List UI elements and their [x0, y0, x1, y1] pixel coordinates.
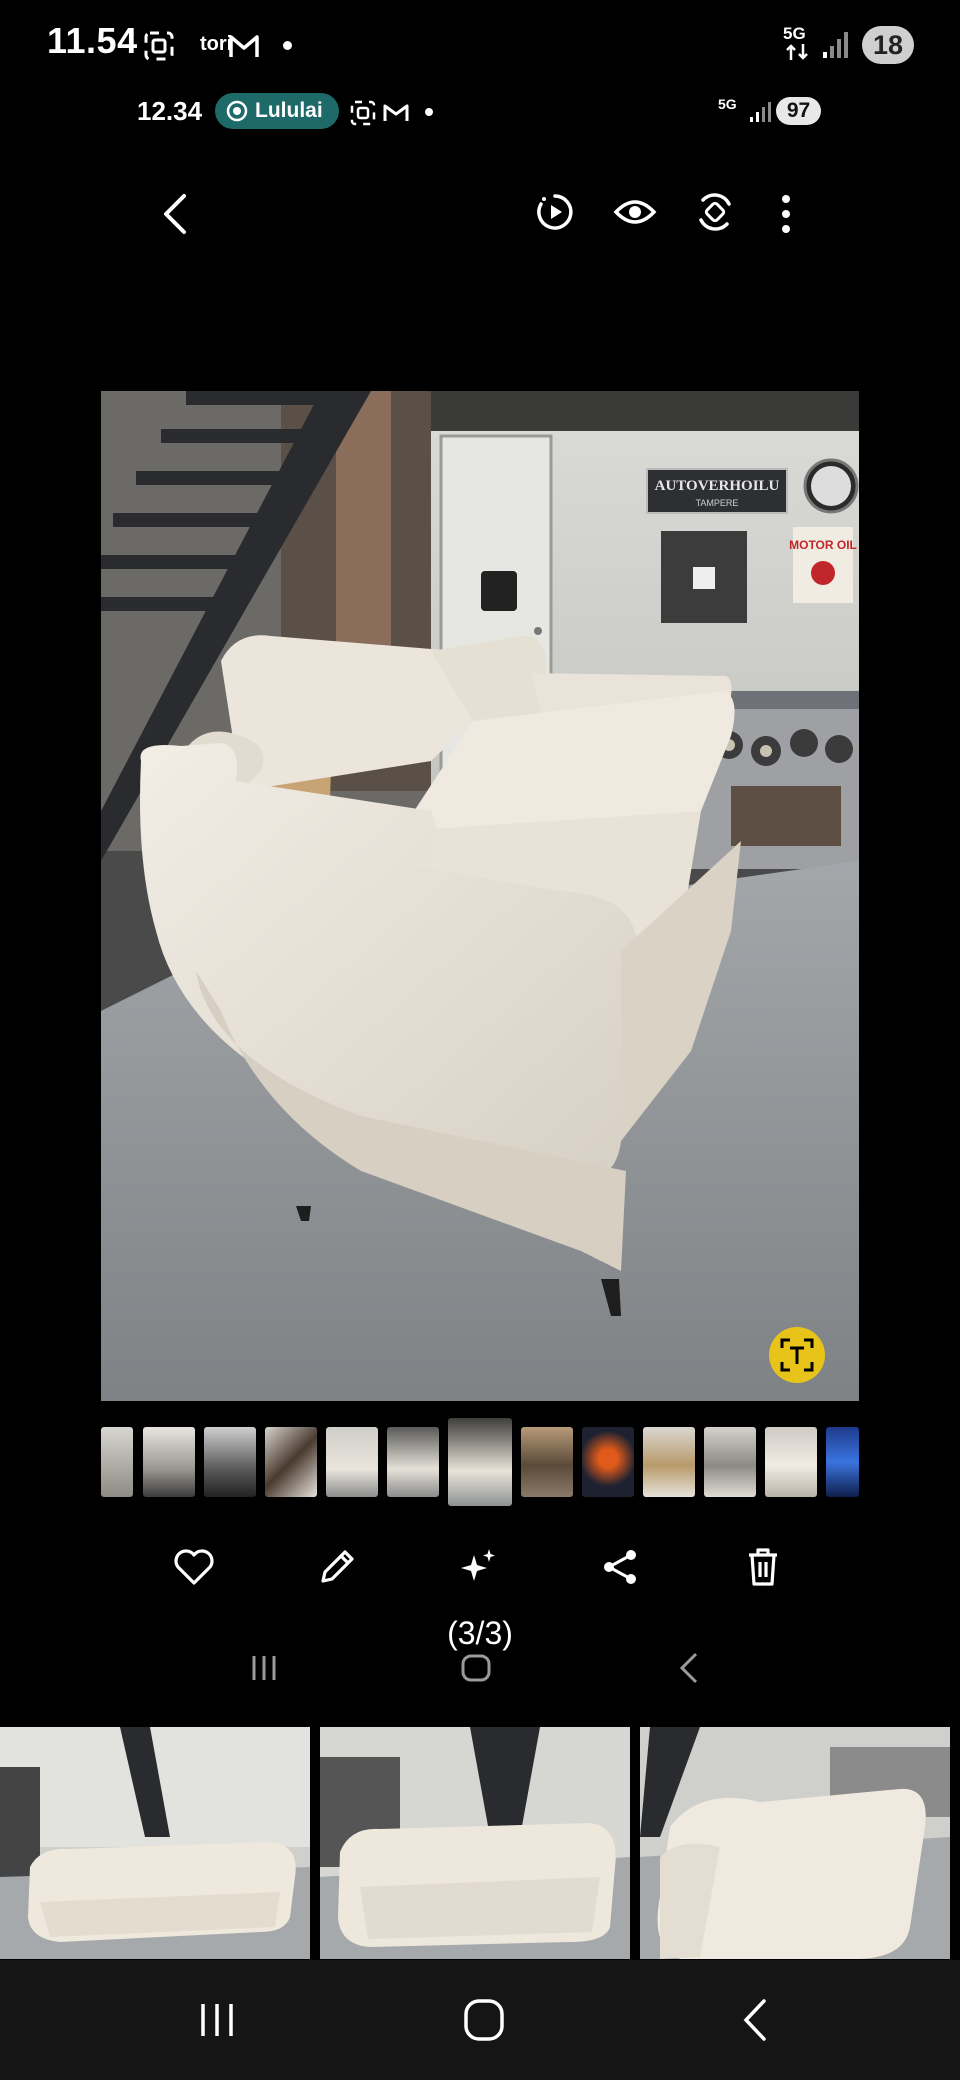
recents-icon[interactable]: [195, 1998, 239, 2042]
thumbnail-7-selected[interactable]: [448, 1418, 512, 1506]
poster-text: MOTOR OIL: [789, 538, 857, 552]
inner-clock: 12.34: [137, 96, 203, 126]
thumbnail-12[interactable]: [765, 1427, 817, 1497]
back-icon[interactable]: [738, 1996, 772, 2044]
recording-pill[interactable]: Lululai: [215, 93, 339, 129]
outer-status-bar: 11.54 tori 5G 18: [0, 0, 960, 90]
home-icon[interactable]: [462, 1996, 506, 2044]
bottom-photo-1-illustration: [0, 1727, 310, 1959]
gmail-icon-small: [383, 104, 409, 121]
inner-home-icon[interactable]: [460, 1652, 492, 1684]
thumbnail-13[interactable]: [826, 1427, 859, 1497]
bottom-photo-2-illustration: [320, 1727, 630, 1959]
main-photo[interactable]: AUTOVERHOILU TAMPERE MOTOR OIL: [101, 391, 859, 1401]
pencil-icon[interactable]: [315, 1545, 359, 1589]
thumbnail-3[interactable]: [204, 1427, 256, 1497]
inner-network-label: 5G: [718, 96, 737, 112]
gmail-icon: [229, 35, 259, 57]
bottom-photo-1[interactable]: [0, 1727, 310, 1959]
bottom-photo-3-illustration: [640, 1727, 950, 1959]
text-scan-icon: [780, 1338, 814, 1372]
inner-recents-icon[interactable]: [248, 1652, 280, 1684]
thumbnail-8[interactable]: [521, 1427, 573, 1497]
bottom-photo-3[interactable]: [640, 1727, 950, 1959]
thumbnail-6[interactable]: [387, 1427, 439, 1497]
trash-icon[interactable]: [741, 1545, 785, 1589]
sparkle-icon[interactable]: [456, 1545, 500, 1589]
motion-photo-icon[interactable]: [535, 192, 575, 232]
notification-dot: [283, 41, 292, 50]
inner-battery-badge: 97: [776, 97, 821, 125]
screenshot-icon: [144, 31, 174, 61]
inner-signal-icon: [750, 102, 771, 122]
record-icon: [226, 100, 248, 122]
inner-back-icon[interactable]: [676, 1650, 704, 1686]
data-arrows-icon: [786, 44, 808, 60]
more-vert-icon[interactable]: [778, 194, 794, 234]
thumbnail-2[interactable]: [143, 1427, 195, 1497]
text-scan-button[interactable]: [769, 1327, 825, 1383]
sign-subtext: TAMPERE: [696, 498, 739, 508]
outer-network-label: 5G: [783, 24, 806, 43]
bottom-photo-2[interactable]: [320, 1727, 630, 1959]
outer-clock: 11.54: [47, 20, 138, 61]
pill-label: Lululai: [255, 99, 323, 122]
inner-notification-dot: [425, 108, 433, 116]
thumbnail-10[interactable]: [643, 1427, 695, 1497]
thumbnail-9[interactable]: [582, 1427, 634, 1497]
sofa-photo-illustration: AUTOVERHOILU TAMPERE MOTOR OIL: [101, 391, 859, 1401]
thumbnail-11[interactable]: [704, 1427, 756, 1497]
signal-icon: [823, 32, 848, 58]
share-icon[interactable]: [598, 1545, 642, 1589]
sign-text: AUTOVERHOILU: [655, 478, 780, 494]
remaster-icon[interactable]: [695, 192, 735, 232]
chevron-left-icon[interactable]: [158, 192, 194, 236]
heart-icon[interactable]: [172, 1545, 216, 1589]
thumbnail-1[interactable]: [101, 1427, 133, 1497]
screenshot-icon-small: [350, 100, 376, 126]
outer-battery-badge: 18: [862, 26, 914, 64]
eye-icon[interactable]: [613, 194, 657, 230]
thumbnail-4[interactable]: [265, 1427, 317, 1497]
thumbnail-5[interactable]: [326, 1427, 378, 1497]
photo-counter: (3/3): [447, 1615, 513, 1651]
